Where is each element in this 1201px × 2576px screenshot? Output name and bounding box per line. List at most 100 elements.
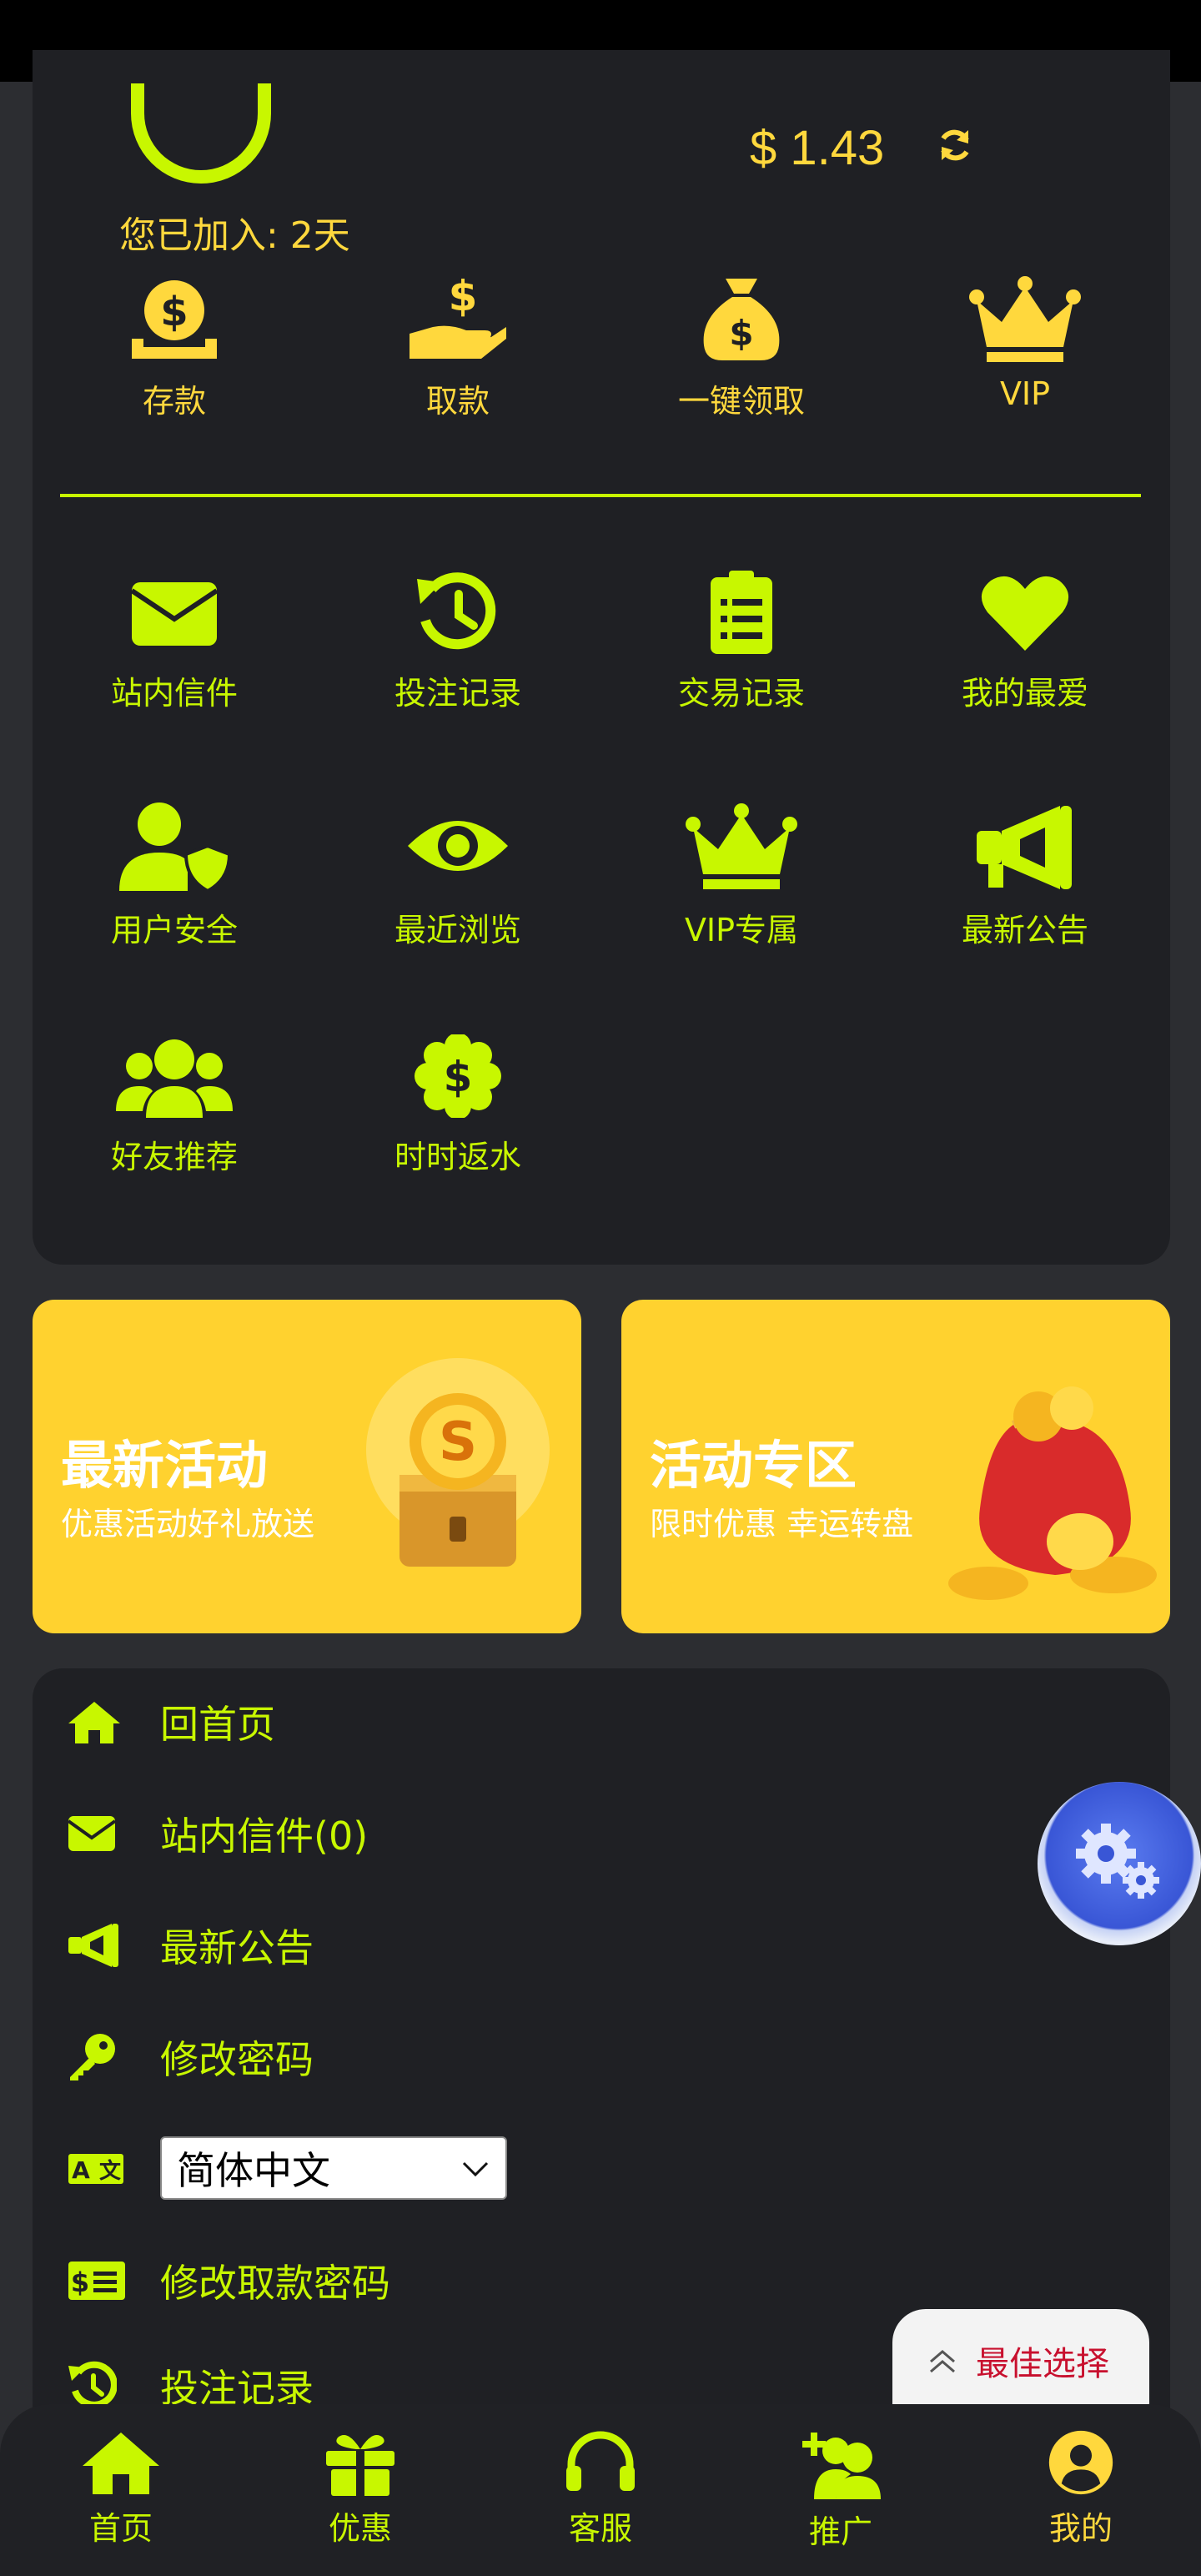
gear-icon [1076, 1824, 1159, 1899]
nav-home[interactable]: 首页 [38, 2429, 204, 2548]
nav-promotions[interactable]: 优惠 [277, 2429, 444, 2548]
menu-item-label: 修改密码 [160, 2037, 314, 2082]
feature-favorites[interactable]: 我的最爱 [900, 571, 1150, 713]
nav-label: 客服 [568, 2510, 632, 2547]
menu-item-home[interactable]: 回首页 [67, 1688, 275, 1755]
best-choice-label: 最佳选择 [976, 2345, 1109, 2383]
withdraw-button[interactable]: $ 取款 [333, 275, 583, 421]
menu-item-language: A 文 [67, 2136, 128, 2202]
envelope-icon [130, 582, 219, 646]
deposit-coin-icon: $ [132, 280, 217, 359]
menu-item-label: 回首页 [160, 1702, 275, 1747]
lucky-bag-icon [948, 1386, 1157, 1600]
banner-latest-activities[interactable]: S 最新活动 优惠活动好礼放送 [33, 1300, 581, 1633]
feature-vip-exclusive[interactable]: VIP专属 [616, 802, 867, 950]
menu-item-label: 最新公告 [160, 1925, 314, 1970]
key-icon [70, 2034, 115, 2080]
feature-bet-history[interactable]: 投注记录 [333, 571, 583, 713]
banner-subtitle: 优惠活动好礼放送 [61, 1506, 315, 1542]
nav-label: 推广 [808, 2513, 872, 2550]
menu-item-label: 站内信件(0) [160, 1814, 369, 1859]
crown-icon [686, 803, 797, 889]
feature-label: 好友推荐 [110, 1139, 238, 1175]
banner-subtitle: 限时优惠 幸运转盘 [650, 1506, 914, 1542]
one-click-claim-label: 一键领取 [677, 383, 805, 420]
money-card-icon: $ [68, 2262, 125, 2300]
envelope-icon [67, 1816, 117, 1851]
megaphone-icon [68, 1924, 118, 1967]
chevron-down-icon [462, 2161, 489, 2177]
feature-label: 最近浏览 [394, 912, 521, 948]
withdraw-hand-icon: $ [410, 275, 506, 359]
menu-item-change-withdraw-password[interactable]: $ 修改取款密码 [67, 2247, 390, 2314]
deposit-label: 存款 [142, 383, 206, 420]
menu-item-label: 修改取款密码 [160, 2261, 390, 2306]
feature-label: 时时返水 [394, 1139, 521, 1175]
nav-me[interactable]: 我的 [997, 2429, 1164, 2548]
svg-text:$: $ [71, 2267, 89, 2298]
feature-label: 最新公告 [961, 912, 1088, 948]
svg-text:$: $ [160, 289, 188, 335]
banner-title: 最新活动 [61, 1435, 269, 1496]
gift-icon [326, 2435, 394, 2496]
svg-text:S: S [439, 1411, 477, 1473]
feature-messages[interactable]: 站内信件 [49, 571, 299, 713]
svg-text:$: $ [729, 313, 753, 354]
feature-label: 用户安全 [110, 912, 238, 948]
heart-icon [981, 576, 1069, 651]
crown-icon [969, 276, 1081, 362]
feature-recent-views[interactable]: 最近浏览 [333, 802, 583, 950]
dollar-badge-icon: $ [415, 1034, 501, 1118]
history-icon [68, 2361, 117, 2408]
language-select-value: 简体中文 [177, 2148, 330, 2193]
avatar[interactable] [131, 83, 271, 184]
headset-icon [566, 2431, 635, 2491]
feature-announcements[interactable]: 最新公告 [900, 802, 1150, 950]
deposit-button[interactable]: $ 存款 [49, 275, 299, 421]
feature-account-security[interactable]: 用户安全 [49, 802, 299, 950]
one-click-claim-button[interactable]: $ 一键领取 [616, 275, 867, 421]
user-circle-icon [1048, 2430, 1113, 2495]
money-bag-icon: $ [703, 279, 780, 360]
settings-fab[interactable] [1038, 1782, 1201, 1945]
best-choice-button[interactable]: 最佳选择 [892, 2309, 1149, 2412]
eye-icon [408, 821, 508, 871]
nav-promote[interactable]: 推广 [757, 2429, 924, 2552]
svg-text:$: $ [444, 1053, 473, 1101]
menu-item-change-password[interactable]: 修改密码 [67, 2024, 314, 2090]
withdraw-label: 取款 [425, 383, 490, 420]
user-shield-icon [119, 802, 232, 891]
bottom-nav: 首页 优惠 客服 推广 我的 [0, 2404, 1201, 2576]
menu-item-messages[interactable]: 站内信件(0) [67, 1800, 368, 1867]
joined-days-text: 您已加入: 2天 [119, 214, 350, 257]
account-card: 您已加入: 2天 $ 1.43 $ 存款 $ 取款 $ 一键领取 VIP 站内信… [33, 50, 1170, 1265]
balance-amount: $ 1.43 [750, 121, 885, 175]
refresh-icon[interactable] [935, 125, 975, 165]
feature-label: 我的最爱 [961, 675, 1088, 712]
feature-refer-friends[interactable]: 好友推荐 [49, 1034, 299, 1177]
nav-label: 优惠 [328, 2510, 392, 2547]
vip-label: VIP [999, 375, 1051, 412]
vip-button[interactable]: VIP [900, 275, 1150, 412]
megaphone-icon [977, 806, 1072, 889]
translate-icon: A 文 [68, 2154, 123, 2184]
language-select[interactable]: 简体中文 [160, 2136, 507, 2200]
svg-text:A: A [72, 2156, 90, 2184]
treasure-chest-icon: S [366, 1358, 550, 1567]
menu-item-announcements[interactable]: 最新公告 [67, 1912, 314, 1979]
feature-label: 站内信件 [110, 675, 238, 712]
feature-label: 交易记录 [677, 675, 805, 712]
feature-label: 投注记录 [394, 675, 521, 712]
home-icon [68, 1702, 120, 1743]
svg-text:$: $ [449, 275, 478, 320]
double-chevron-up-icon [930, 2350, 955, 2373]
feature-rebate[interactable]: $ 时时返水 [333, 1034, 583, 1177]
svg-text:文: 文 [99, 2158, 122, 2184]
feature-label: VIP专属 [684, 912, 799, 948]
section-divider [60, 494, 1141, 497]
banner-title: 活动专区 [650, 1435, 857, 1496]
home-icon [83, 2433, 159, 2494]
feature-transactions[interactable]: 交易记录 [616, 571, 867, 713]
banner-activity-zone[interactable]: 活动专区 限时优惠 幸运转盘 [621, 1300, 1170, 1633]
nav-customer-service[interactable]: 客服 [517, 2429, 684, 2548]
